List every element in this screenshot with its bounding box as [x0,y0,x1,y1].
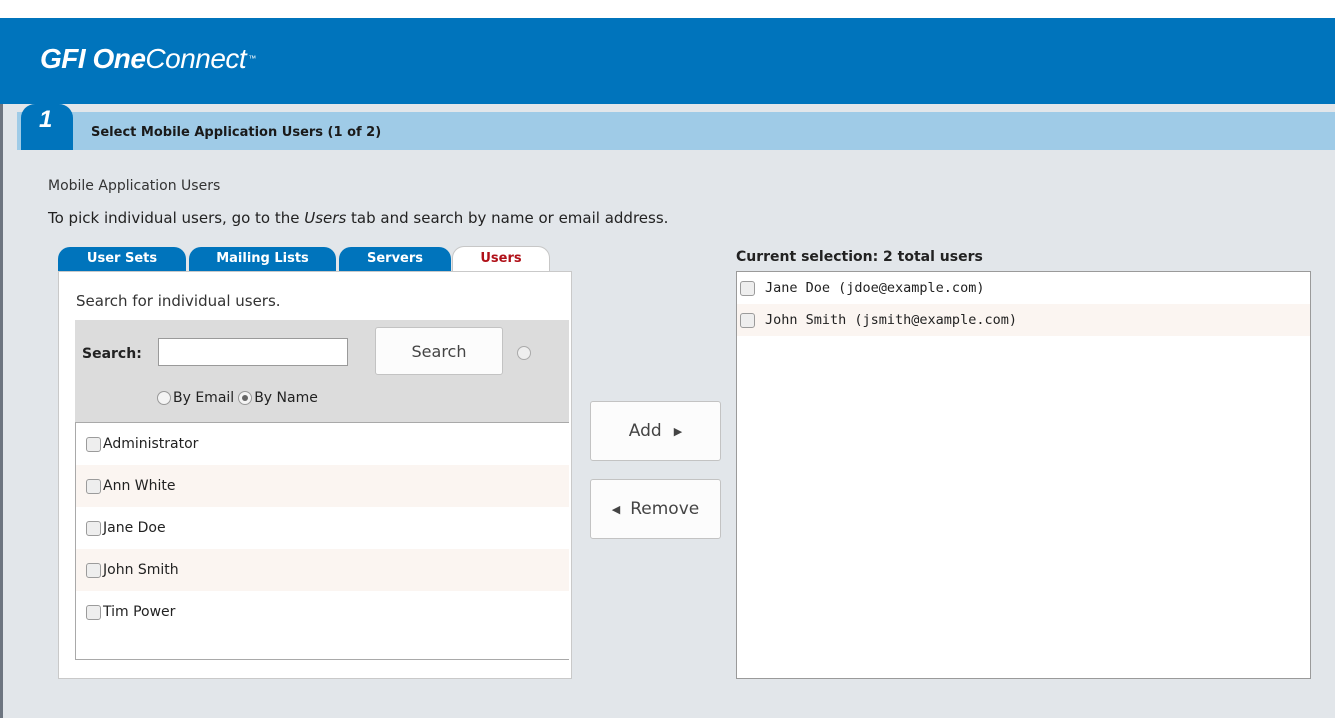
remove-button[interactable]: ◀ Remove [590,479,721,539]
remove-button-label: Remove [630,499,700,519]
instructions: To pick individual users, go to the User… [48,209,668,227]
by-name-radio[interactable] [238,391,253,405]
users-tab-panel: Search for individual users. Search: Sea… [58,271,572,679]
logo-one: One [92,43,146,74]
search-mode-radios: By Email By Name [157,390,318,406]
main-content: 1 Select Mobile Application Users (1 of … [0,104,1335,718]
add-button[interactable]: Add ▶ [590,401,721,461]
list-item[interactable]: Ann White [76,465,569,507]
tab-user-sets[interactable]: User Sets [58,247,186,271]
user-checkbox[interactable] [86,604,101,620]
current-selection-list: Jane Doe (jdoe@example.com) John Smith (… [736,271,1311,679]
search-hint: Search for individual users. [76,292,281,310]
instructions-pre: To pick individual users, go to the [48,209,305,227]
user-checkbox[interactable] [86,520,101,536]
search-input[interactable] [158,338,348,366]
caret-right-icon: ▶ [673,424,683,438]
caret-left-icon: ◀ [611,502,621,516]
list-item[interactable]: Jane Doe (jdoe@example.com) [737,272,1310,304]
selection-checkbox[interactable] [740,312,755,328]
user-checkbox[interactable] [86,436,101,452]
step-number: 1 [39,106,53,133]
user-name: Tim Power [103,604,176,620]
selected-user: Jane Doe (jdoe@example.com) [765,280,985,296]
logo-gfi: GFI [40,43,86,74]
instructions-post: tab and search by name or email address. [346,209,669,227]
list-item[interactable]: John Smith [76,549,569,591]
list-item[interactable]: Jane Doe [76,507,569,549]
selection-checkbox[interactable] [740,280,755,296]
list-item[interactable]: Tim Power [76,591,569,633]
gfi-oneconnect-logo: GFI OneConnect ™ [40,44,256,74]
user-name: Jane Doe [103,520,166,536]
app-header: GFI OneConnect ™ [0,18,1335,104]
user-name: Administrator [103,436,199,452]
user-name: Ann White [103,478,176,494]
user-results-list: Administrator Ann White Jane Doe John Sm… [75,422,569,660]
step-title: Select Mobile Application Users (1 of 2) [91,125,382,140]
user-checkbox[interactable] [86,562,101,578]
search-button[interactable]: Search [375,327,503,375]
selected-user: John Smith (jsmith@example.com) [765,312,1017,328]
search-label: Search: [82,346,142,362]
list-item[interactable]: John Smith (jsmith@example.com) [737,304,1310,336]
section-label: Mobile Application Users [48,178,221,194]
by-email-radio[interactable] [157,391,171,405]
loading-indicator-icon [517,346,531,360]
logo-trademark: ™ [248,54,256,63]
tab-servers[interactable]: Servers [339,247,451,271]
current-selection-title: Current selection: 2 total users [736,249,983,265]
tab-users[interactable]: Users [452,246,550,273]
user-checkbox[interactable] [86,478,101,494]
search-box: Search: Search By Email By Name [75,320,569,422]
instructions-users-emphasis: Users [304,209,347,227]
by-name-label: By Name [254,390,318,406]
logo-connect: Connect [145,43,247,74]
tab-mailing-lists[interactable]: Mailing Lists [189,247,336,271]
by-email-label: By Email [173,390,235,406]
user-name: John Smith [103,562,179,578]
top-strip [0,0,1335,18]
add-button-label: Add [628,421,662,441]
list-item[interactable]: Administrator [76,423,569,465]
